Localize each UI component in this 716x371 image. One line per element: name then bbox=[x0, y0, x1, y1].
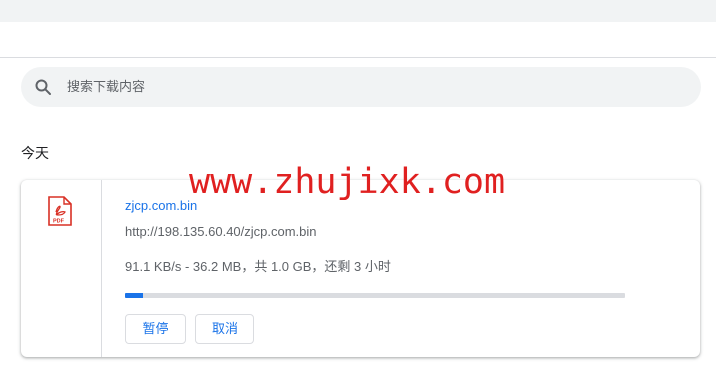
pdf-label: PDF bbox=[53, 219, 65, 225]
download-status-text: 91.1 KB/s - 36.2 MB，共 1.0 GB，还剩 3 小时 bbox=[125, 259, 391, 274]
search-icon[interactable] bbox=[34, 78, 52, 96]
cancel-button[interactable]: 取消 bbox=[195, 314, 254, 344]
download-file-name-link[interactable]: zjcp.com.bin bbox=[125, 198, 197, 214]
date-section-title: 今天 bbox=[21, 145, 49, 161]
download-source-url: http://198.135.60.40/zjcp.com.bin bbox=[125, 224, 317, 239]
watermark-text: www.zhujixk.com bbox=[189, 162, 506, 202]
download-progress-bar bbox=[125, 293, 625, 298]
pdf-file-icon: PDF bbox=[47, 196, 73, 226]
download-item-icon-column: PDF bbox=[21, 180, 102, 357]
header-divider bbox=[0, 57, 716, 58]
pause-button[interactable]: 暂停 bbox=[125, 314, 186, 344]
download-item-card: PDF zjcp.com.bin http://198.135.60.40/zj… bbox=[21, 180, 700, 357]
search-bar[interactable]: 搜索下载内容 bbox=[21, 67, 701, 107]
download-progress-fill bbox=[125, 293, 143, 298]
top-toolbar-strip bbox=[0, 0, 716, 22]
search-input[interactable]: 搜索下载内容 bbox=[67, 78, 145, 96]
